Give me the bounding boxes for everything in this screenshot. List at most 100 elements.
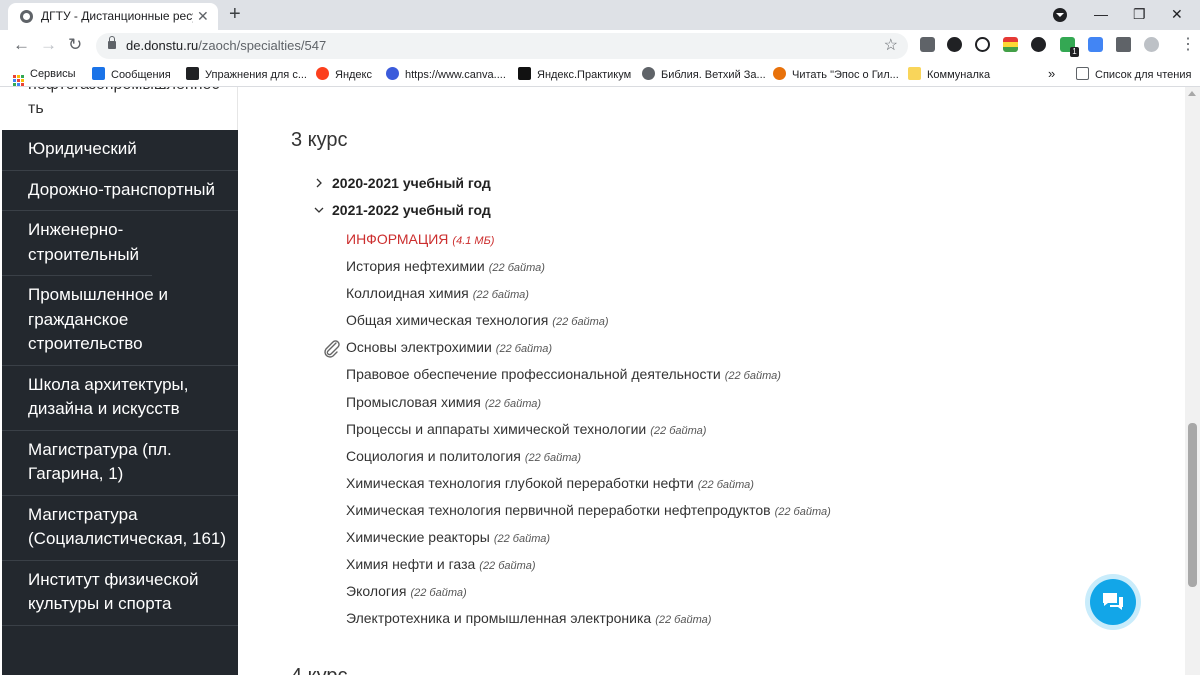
apps-grid-icon [13,75,24,86]
document-name[interactable]: Социология и политология [346,448,521,464]
document-name[interactable]: Электротехника и промышленная электроник… [346,610,651,626]
cut-off-text: · · [405,87,416,92]
document-name[interactable]: Химия нефти и газа [346,556,475,572]
extension-screenshot-icon[interactable] [920,37,935,52]
extensions-puzzle-icon[interactable] [1116,37,1131,52]
document-name[interactable]: Химические реакторы [346,529,490,545]
page-scrollbar[interactable] [1185,87,1200,675]
bookmark-exercises[interactable]: Упражнения для с... [186,67,307,83]
sidebar-item-physical-culture[interactable]: Институт физической культуры и спорта [2,561,238,626]
bookmark-gilgamesh[interactable]: Читать "Эпос о Гил... [773,67,899,83]
tab-title: ДГТУ - Дистанционные ресурсы [41,9,193,23]
window-close-button[interactable]: ✕ [1171,6,1183,22]
lock-icon [108,36,116,49]
document-item[interactable]: История нефтехимии (22 байта) [346,258,1106,285]
sidebar-item-architecture[interactable]: Школа архитектуры, дизайна и искусств [2,366,238,431]
document-item[interactable]: Основы электрохимии (22 байта) [324,339,1106,366]
document-item[interactable]: ИНФОРМАЦИЯ (4.1 МБ) [346,231,1106,258]
scroll-up-icon[interactable] [1188,91,1196,96]
document-item[interactable]: Промысловая химия (22 байта) [346,394,1106,421]
document-item[interactable]: Коллоидная химия (22 байта) [346,285,1106,312]
address-bar[interactable]: de.donstu.ru/zaoch/specialties/547 ☆ [96,33,908,59]
document-item[interactable]: Электротехника и промышленная электроник… [346,610,1106,637]
bookmarks-overflow-button[interactable]: » [1048,67,1055,83]
tab-close-icon[interactable]: ✕ [197,8,209,24]
extension-badge: 1 [1070,47,1079,57]
document-item[interactable]: Социология и политология (22 байта) [346,448,1106,475]
document-item[interactable]: Общая химическая технология (22 байта) [346,312,1106,339]
document-item[interactable]: Химическая технология первичной перерабо… [346,502,1106,529]
bookmark-yandex[interactable]: Яндекс [316,67,372,83]
document-name[interactable]: Химическая технология первичной перерабо… [346,502,771,518]
document-item[interactable]: Экология (22 байта) [346,583,1106,610]
browser-tab[interactable]: ДГТУ - Дистанционные ресурсы ✕ [8,3,218,30]
bookmark-canva[interactable]: https://www.canva.... [386,67,506,83]
document-size: (22 байта) [697,478,754,491]
extension-z-icon[interactable] [1031,37,1046,52]
document-size: (22 байта) [774,505,831,518]
chat-button[interactable] [1085,574,1141,630]
document-name[interactable]: Основы электрохимии [346,339,492,355]
book-icon [773,67,786,80]
year-label: 2021-2022 учебный год [332,202,491,218]
sidebar-item-masters-socialist[interactable]: Магистратура (Социалистическая, 161) [2,496,238,561]
document-size: (22 байта) [650,424,707,437]
document-name[interactable]: Экология [346,583,406,599]
messages-icon [92,67,105,80]
sidebar-item-masters-gagarina[interactable]: Магистратура (пл. Гагарина, 1) [2,431,238,496]
sidebar-item-law[interactable]: Юридический [2,130,238,171]
document-size: (22 байта) [655,614,712,627]
sidebar-item-label: Магистратура (пл. Гагарина, 1) [28,439,172,484]
document-item[interactable]: Химическая технология глубокой переработ… [346,475,1106,502]
profile-avatar-icon[interactable] [1144,37,1159,52]
bookmark-messages[interactable]: Сообщения [92,67,171,83]
scrollbar-thumb[interactable] [1188,423,1197,587]
sidebar-item-industrial-civil[interactable]: Промышленное и гражданское строительство [2,276,238,366]
extension-dark-icon[interactable] [947,37,962,52]
restore-button[interactable]: ❐ [1133,6,1146,22]
extension-color-icon[interactable] [1003,37,1018,52]
document-name[interactable]: История нефтехимии [346,258,485,274]
reading-list-button[interactable]: Список для чтения [1076,67,1191,83]
document-size: (4.1 МБ) [452,235,495,247]
sidebar-item-label: Дорожно-транспортный [28,179,215,199]
back-arrow-icon[interactable]: ← [13,36,30,54]
bookmark-practicum[interactable]: Яндекс.Практикум [518,67,631,83]
document-item[interactable]: Химические реакторы (22 байта) [346,529,1106,556]
bookmark-kommunalka[interactable]: Коммуналка [908,67,990,83]
document-name[interactable]: ИНФОРМАЦИЯ [346,231,448,247]
document-name[interactable]: Правовое обеспечение профессиональной де… [346,366,721,382]
practicum-icon [518,67,531,80]
sidebar-list: Юридический Дорожно-транспортный Инженер… [2,130,238,626]
url-text[interactable]: de.donstu.ru/zaoch/specialties/547 [126,38,326,53]
reload-icon[interactable]: ↻ [68,36,82,54]
tab-search-icon[interactable] [1053,8,1067,22]
document-name[interactable]: Промысловая химия [346,394,481,410]
sidebar-cut-item[interactable]: нефтегазопромышленнос ть [2,87,238,130]
document-size: (22 байта) [495,343,552,356]
extension-h-icon[interactable] [975,37,990,52]
bookmark-bible[interactable]: Библия. Ветхий За... [642,67,766,83]
sidebar-item-engineering-construction[interactable]: Инженерно-строительный [2,211,152,276]
bookmark-services[interactable]: Сервисы [13,67,76,86]
sidebar-cut-item-label: нефтегазопромышленнос ть [28,87,219,117]
document-item[interactable]: Правовое обеспечение профессиональной де… [346,366,1106,393]
forward-arrow-icon[interactable]: → [40,36,57,54]
new-tab-button[interactable]: + [229,4,241,24]
document-item[interactable]: Процессы и аппараты химической технологи… [346,421,1106,448]
document-name[interactable]: Общая химическая технология [346,312,548,328]
bookmark-star-icon[interactable]: ☆ [884,35,898,55]
translate-icon[interactable] [1088,37,1103,52]
browser-menu-icon[interactable]: ⋮ [1180,36,1196,54]
chevron-right-icon [316,178,322,188]
document-item[interactable]: Химия нефти и газа (22 байта) [346,556,1106,583]
minimize-button[interactable]: — [1094,6,1108,22]
sidebar-item-road-transport[interactable]: Дорожно-транспортный [2,171,238,211]
sidebar-item-label: Магистратура (Социалистическая, 161) [28,504,227,549]
browser-toolbar: ← → ↻ de.donstu.ru/zaoch/specialties/547… [0,30,1200,62]
document-name[interactable]: Процессы и аппараты химической технологи… [346,421,646,437]
document-name[interactable]: Химическая технология глубокой переработ… [346,475,694,491]
document-name[interactable]: Коллоидная химия [346,285,469,301]
document-size: (22 байта) [410,587,467,600]
next-course-title: 4 курс [291,665,348,675]
